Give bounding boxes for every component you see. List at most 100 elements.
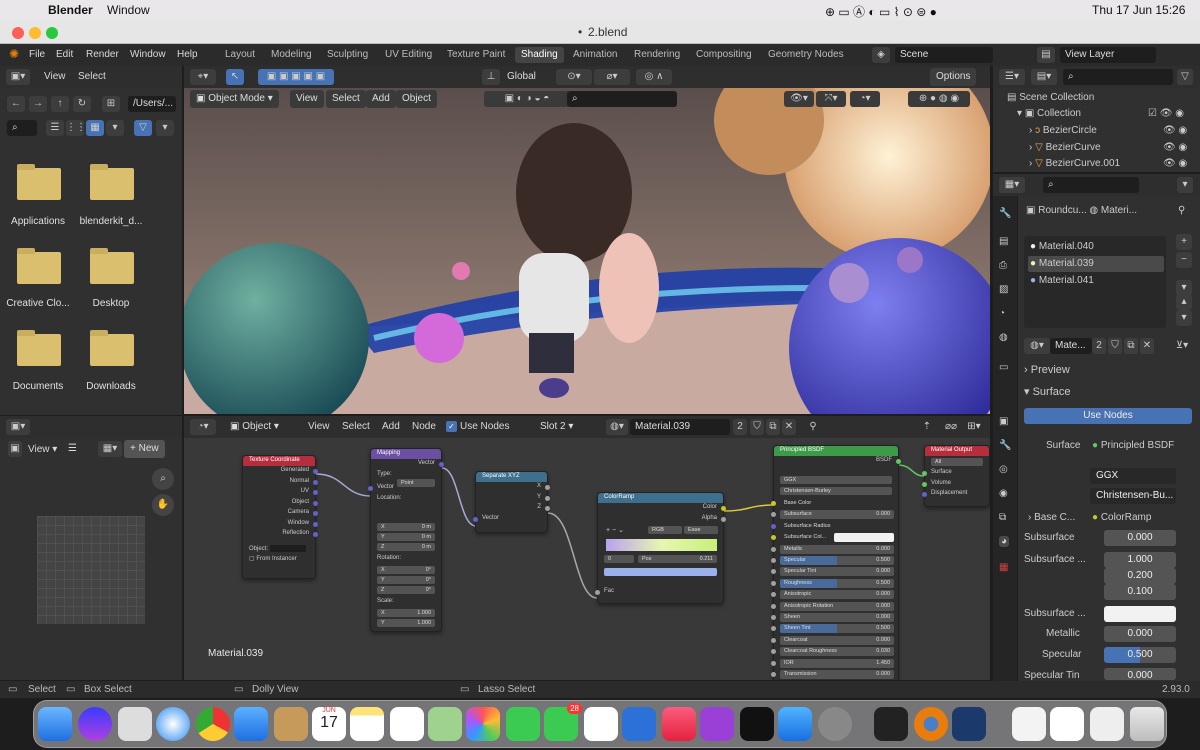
material-tab-icon[interactable]: ◕: [999, 536, 1010, 547]
specular-field[interactable]: 0.500: [1104, 647, 1176, 663]
hand-icon[interactable]: ✋: [152, 494, 174, 516]
subsurface-radius-z[interactable]: 0.100: [1104, 584, 1176, 600]
finder-icon[interactable]: [38, 707, 72, 741]
menu-file[interactable]: File: [29, 49, 45, 60]
refresh-icon[interactable]: ↻: [73, 96, 91, 112]
socket-in[interactable]: [771, 580, 776, 586]
socket-in[interactable]: [771, 603, 776, 609]
distribution-dropdown[interactable]: GGX: [1090, 468, 1176, 484]
rot-y[interactable]: Y 0°: [377, 576, 435, 584]
socket-in[interactable]: [771, 558, 776, 563]
subsurface-field[interactable]: 0.000: [1104, 530, 1176, 546]
document-icon[interactable]: [1012, 707, 1046, 741]
folder-blenderkit[interactable]: blenderkit_d...: [71, 216, 151, 227]
notes-icon[interactable]: [350, 707, 384, 741]
podcasts-icon[interactable]: [700, 707, 734, 741]
node-mapping[interactable]: Mapping Vector Type: Point Vector Locati…: [368, 448, 444, 632]
socket-out[interactable]: [896, 459, 901, 464]
activity-monitor-icon[interactable]: [874, 707, 908, 741]
socket-out[interactable]: [313, 479, 318, 485]
editor-type-icon[interactable]: ⌖▾: [190, 69, 216, 85]
folder-documents[interactable]: Documents: [0, 381, 78, 392]
socket-out[interactable]: [721, 516, 726, 522]
specular-tint-field[interactable]: 0.000: [1104, 668, 1176, 681]
duplicate-icon[interactable]: ⧉: [766, 419, 780, 435]
remove-slot-icon[interactable]: −: [1176, 252, 1192, 268]
from-instancer-checkbox[interactable]: ▢ From Instancer: [243, 554, 315, 565]
mail-icon[interactable]: [234, 707, 268, 741]
loc-z[interactable]: Z0 m: [377, 543, 435, 551]
socket-out[interactable]: [313, 469, 318, 474]
output-target[interactable]: All: [931, 458, 983, 466]
ramp-pos-field[interactable]: Pos 0.211: [638, 555, 717, 563]
bsdf-input-row[interactable]: Specular 0.500: [771, 556, 894, 565]
outliner-item-beziercircle[interactable]: › ↄ BezierCircle: [1029, 125, 1097, 136]
socket-in[interactable]: [771, 546, 776, 552]
app-menu[interactable]: Blender: [48, 3, 93, 17]
grid-small-icon[interactable]: ⋮⋮: [66, 120, 86, 136]
tab-uv-editing[interactable]: UV Editing: [379, 47, 438, 63]
socket-in[interactable]: [771, 501, 776, 506]
socket-out[interactable]: [313, 490, 318, 495]
sort-dropdown-icon[interactable]: ▾: [106, 120, 124, 136]
vp-object-menu[interactable]: Object: [396, 90, 437, 108]
editor-type-icon[interactable]: ▣▾: [6, 69, 30, 85]
use-nodes-button[interactable]: Use Nodes: [1024, 408, 1192, 424]
bsdf-input-row[interactable]: Metallic 0.000: [771, 544, 894, 554]
scale-y[interactable]: Y 1.000: [377, 619, 435, 627]
menu-window[interactable]: Window: [130, 49, 166, 60]
socket-out[interactable]: [545, 495, 550, 501]
forward-icon[interactable]: →: [29, 96, 47, 112]
fake-user-icon[interactable]: ⛉: [750, 419, 764, 435]
vp-search-icon[interactable]: ⌕: [567, 91, 677, 107]
folder-icon[interactable]: [17, 330, 61, 366]
overlay-icon[interactable]: ◔▾: [850, 91, 880, 107]
ie-view-menu[interactable]: View ▾: [28, 444, 57, 455]
bsdf-input-row[interactable]: IOR 1.450: [771, 658, 894, 668]
mode-dropdown[interactable]: ▣ Object Mode ▾: [190, 90, 279, 108]
menu-render[interactable]: Render: [86, 49, 119, 60]
node-material-output[interactable]: Material Output All Surface Volume Displ…: [922, 445, 990, 507]
menu-help[interactable]: Help: [177, 49, 198, 60]
blender-icon[interactable]: [914, 707, 948, 741]
maps-icon[interactable]: [428, 707, 462, 741]
subsurface-radius-x[interactable]: 1.000: [1104, 552, 1176, 568]
loc-x[interactable]: X0 m: [377, 523, 435, 531]
orientation-field[interactable]: Global: [502, 69, 552, 85]
bsdf-input-row[interactable]: Anisotropic 0.000: [771, 590, 894, 600]
photos-icon[interactable]: [466, 707, 500, 741]
scene-field[interactable]: Scene: [895, 47, 993, 63]
view-layer-tab-icon[interactable]: ▨: [999, 284, 1008, 295]
outliner-item-beziercurve[interactable]: › ▽ BezierCurve: [1029, 142, 1101, 153]
close-window-button[interactable]: [12, 27, 24, 39]
unlink-icon[interactable]: ✕: [782, 419, 796, 435]
minimize-window-button[interactable]: [29, 27, 41, 39]
select-mode-icons[interactable]: ▣ ▣ ▣ ▣ ▣: [258, 69, 334, 85]
material-slot-selected[interactable]: ● Material.039: [1028, 256, 1164, 272]
bsdf-input-row[interactable]: Anisotropic Rotation 0.000: [771, 601, 894, 611]
socket-in[interactable]: [771, 649, 776, 655]
bsdf-input-row[interactable]: Roughness 0.500: [771, 578, 894, 588]
music-icon[interactable]: [662, 707, 696, 741]
parent-dir-icon[interactable]: ↑: [51, 96, 69, 112]
surface-panel-toggle[interactable]: ▾ Surface: [1024, 385, 1071, 398]
node-separate-xyz[interactable]: Separate XYZ X Y Z Vector: [473, 471, 550, 533]
collection-row[interactable]: ▾ ▣ Collection: [1017, 108, 1081, 119]
visibility-toggles[interactable]: 👁 ◉: [1163, 142, 1187, 153]
tool-tab-icon[interactable]: 🔧: [999, 208, 1011, 219]
object-picker[interactable]: Object:: [243, 544, 315, 555]
folder-icon[interactable]: [17, 164, 61, 200]
socket-out[interactable]: [721, 506, 726, 511]
socket-in[interactable]: [771, 672, 776, 677]
overlay-node-icon[interactable]: ⊞▾: [962, 419, 986, 435]
fb-view-menu[interactable]: View: [44, 71, 66, 82]
duplicate-icon[interactable]: ⧉: [1124, 338, 1138, 354]
vp-add-menu[interactable]: Add: [366, 90, 396, 108]
select-tool-icon[interactable]: ↖: [226, 69, 244, 85]
vp-select-menu[interactable]: Select: [326, 90, 366, 108]
bsdf-input-row[interactable]: Clearcoat Roughness 0.030: [771, 647, 894, 657]
socket-out[interactable]: [313, 511, 318, 516]
render-tab-icon[interactable]: ▤: [999, 236, 1008, 247]
tab-layout[interactable]: Layout: [219, 47, 261, 63]
viewport-shading-icons[interactable]: ⊕ ● ◍ ◉: [908, 91, 970, 107]
